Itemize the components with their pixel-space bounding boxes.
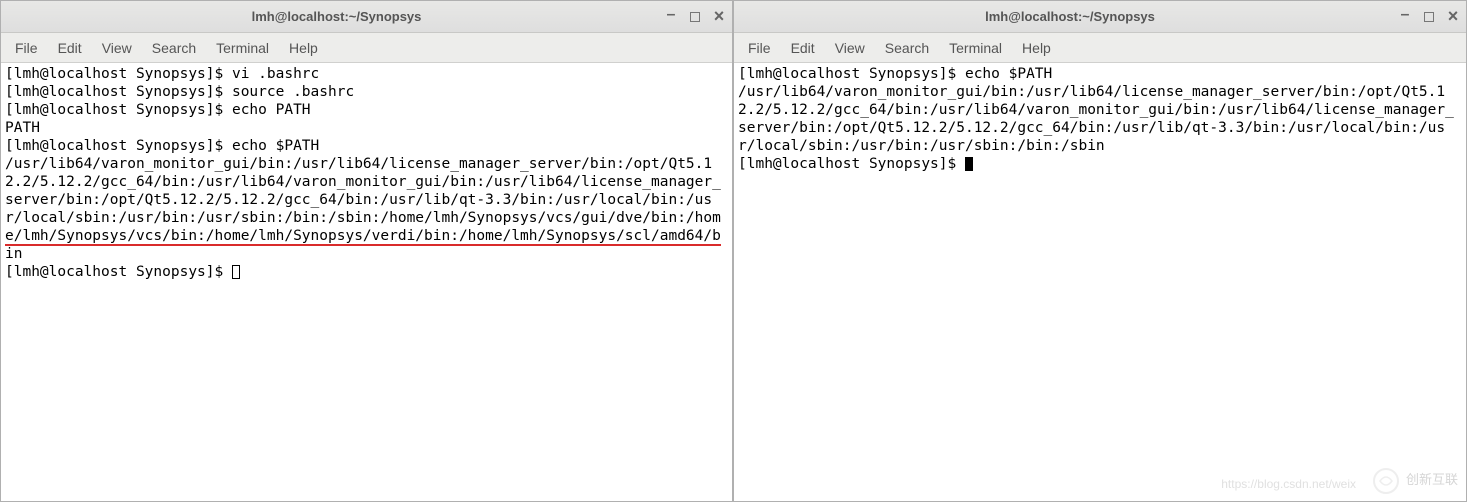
menu-terminal[interactable]: Terminal — [939, 36, 1012, 60]
menu-terminal[interactable]: Terminal — [206, 36, 279, 60]
annotation-underline — [5, 244, 721, 246]
minimize-button[interactable] — [664, 10, 678, 24]
minimize-button[interactable] — [1398, 10, 1412, 24]
menu-file[interactable]: File — [738, 36, 781, 60]
menu-view[interactable]: View — [825, 36, 875, 60]
term-prompt: [lmh@localhost Synopsys]$ — [738, 156, 965, 172]
term-line: [lmh@localhost Synopsys]$ vi .bashrc — [5, 66, 319, 82]
term-line: [lmh@localhost Synopsys]$ source .bashrc — [5, 84, 354, 100]
menu-edit[interactable]: Edit — [781, 36, 825, 60]
term-line: /usr/lib64/varon_monitor_gui/bin:/usr/li… — [5, 156, 721, 262]
menu-search[interactable]: Search — [875, 36, 939, 60]
titlebar-right[interactable]: lmh@localhost:~/Synopsys — [734, 1, 1466, 33]
term-prompt: [lmh@localhost Synopsys]$ — [5, 264, 232, 280]
terminal-window-left: lmh@localhost:~/Synopsys File Edit View … — [0, 0, 733, 502]
desktop: lmh@localhost:~/Synopsys File Edit View … — [0, 0, 1467, 502]
terminal-content-right[interactable]: [lmh@localhost Synopsys]$ echo $PATH /us… — [734, 63, 1466, 501]
maximize-button[interactable] — [690, 12, 700, 22]
cursor-icon — [965, 157, 973, 171]
window-title: lmh@localhost:~/Synopsys — [742, 9, 1398, 24]
term-line: [lmh@localhost Synopsys]$ echo $PATH — [5, 138, 319, 154]
titlebar-left[interactable]: lmh@localhost:~/Synopsys — [1, 1, 732, 33]
menu-help[interactable]: Help — [279, 36, 328, 60]
window-title: lmh@localhost:~/Synopsys — [9, 9, 664, 24]
menu-file[interactable]: File — [5, 36, 48, 60]
term-line: [lmh@localhost Synopsys]$ echo PATH — [5, 102, 311, 118]
cursor-icon — [232, 265, 240, 279]
term-line: /usr/lib64/varon_monitor_gui/bin:/usr/li… — [738, 84, 1454, 154]
term-line: PATH — [5, 120, 40, 136]
menu-search[interactable]: Search — [142, 36, 206, 60]
menubar-right: File Edit View Search Terminal Help — [734, 33, 1466, 63]
window-controls — [1398, 10, 1460, 24]
menu-help[interactable]: Help — [1012, 36, 1061, 60]
menu-view[interactable]: View — [92, 36, 142, 60]
watermark-logo: 创新互联 — [1372, 467, 1458, 495]
menu-edit[interactable]: Edit — [48, 36, 92, 60]
watermark-brand: 创新互联 — [1406, 472, 1458, 490]
terminal-content-left[interactable]: [lmh@localhost Synopsys]$ vi .bashrc [lm… — [1, 63, 732, 501]
close-button[interactable] — [1446, 10, 1460, 24]
maximize-button[interactable] — [1424, 12, 1434, 22]
window-controls — [664, 10, 726, 24]
menubar-left: File Edit View Search Terminal Help — [1, 33, 732, 63]
terminal-window-right: lmh@localhost:~/Synopsys File Edit View … — [733, 0, 1467, 502]
watermark-url: https://blog.csdn.net/weix — [1221, 475, 1356, 493]
close-button[interactable] — [712, 10, 726, 24]
logo-icon — [1372, 467, 1400, 495]
term-line: [lmh@localhost Synopsys]$ echo $PATH — [738, 66, 1052, 82]
